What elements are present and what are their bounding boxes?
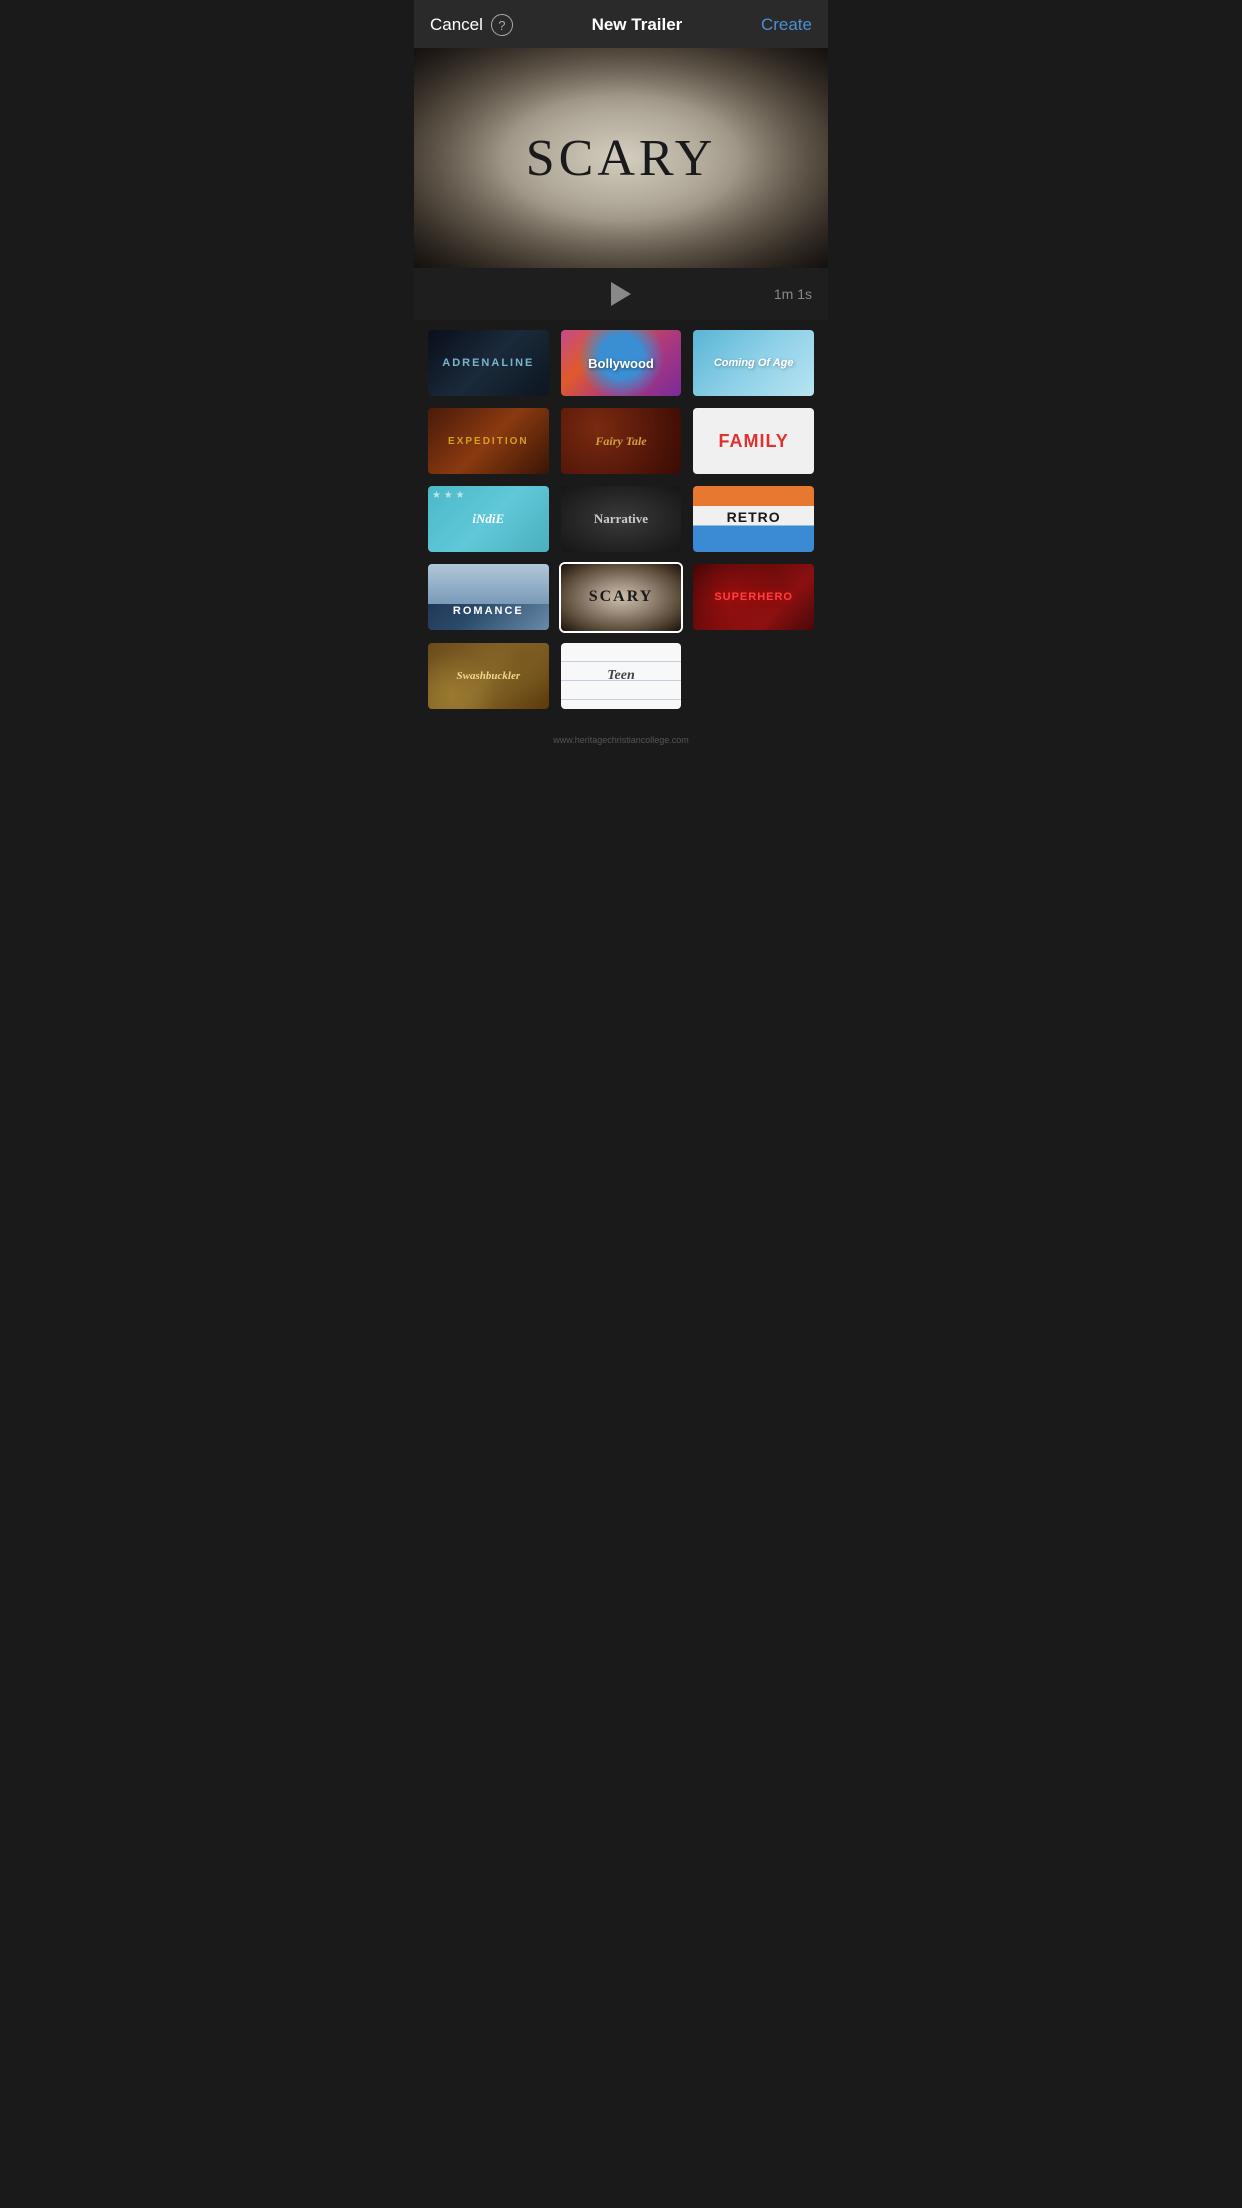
grid-label-coming-of-age: Coming Of Age [714,357,794,369]
grid-label-narrative: Narrative [594,511,648,527]
grid-label-swashbuckler: Swashbuckler [457,670,521,682]
grid-label-teen: Teen [607,668,634,684]
header: Cancel ? New Trailer Create [414,0,828,48]
grid-item-coming-of-age[interactable]: Coming Of Age [691,328,816,398]
grid-label-fairy-tale: Fairy Tale [595,434,646,449]
grid-label-romance: Romance [453,605,524,617]
grid-label-indie: iNdiE [472,511,504,527]
grid-label-superhero: Superhero [714,591,793,603]
trailer-grid: Adrenaline Bollywood Coming Of Age Expediti… [414,320,828,731]
create-button[interactable]: Create [761,15,812,35]
playback-bar: 1m 1s [414,268,828,320]
page-title: New Trailer [592,15,683,35]
grid-item-expedition[interactable]: Expedition [426,406,551,476]
play-button[interactable] [611,282,631,306]
preview-video: Scary [414,48,828,268]
footer-watermark: www.heritagechristiancollege.com [414,731,828,753]
grid-item-bollywood[interactable]: Bollywood [559,328,684,398]
grid-item-swashbuckler[interactable]: Swashbuckler [426,641,551,711]
grid-item-family[interactable]: Family [691,406,816,476]
grid-item-romance[interactable]: Romance [426,562,551,632]
grid-item-indie[interactable]: iNdiE [426,484,551,554]
duration-label: 1m 1s [774,286,812,302]
grid-item-fairy-tale[interactable]: Fairy Tale [559,406,684,476]
grid-label-family: Family [718,431,788,452]
help-icon[interactable]: ? [491,14,513,36]
grid-label-scary: Scary [589,588,654,606]
grid-item-narrative[interactable]: Narrative [559,484,684,554]
grid-item-retro[interactable]: Retro [691,484,816,554]
grid-item-scary[interactable]: Scary [559,562,684,632]
grid-label-bollywood: Bollywood [588,356,654,371]
header-left: Cancel ? [430,14,513,36]
grid-label-adrenaline: Adrenaline [442,357,534,369]
preview-container: Scary 1m 1s [414,48,828,320]
preview-title: Scary [526,129,717,188]
cancel-button[interactable]: Cancel [430,15,483,35]
grid-item-adrenaline[interactable]: Adrenaline [426,328,551,398]
grid-item-superhero[interactable]: Superhero [691,562,816,632]
grid-label-retro: Retro [727,509,781,525]
grid-label-expedition: Expedition [448,436,529,447]
grid-item-teen[interactable]: Teen [559,641,684,711]
